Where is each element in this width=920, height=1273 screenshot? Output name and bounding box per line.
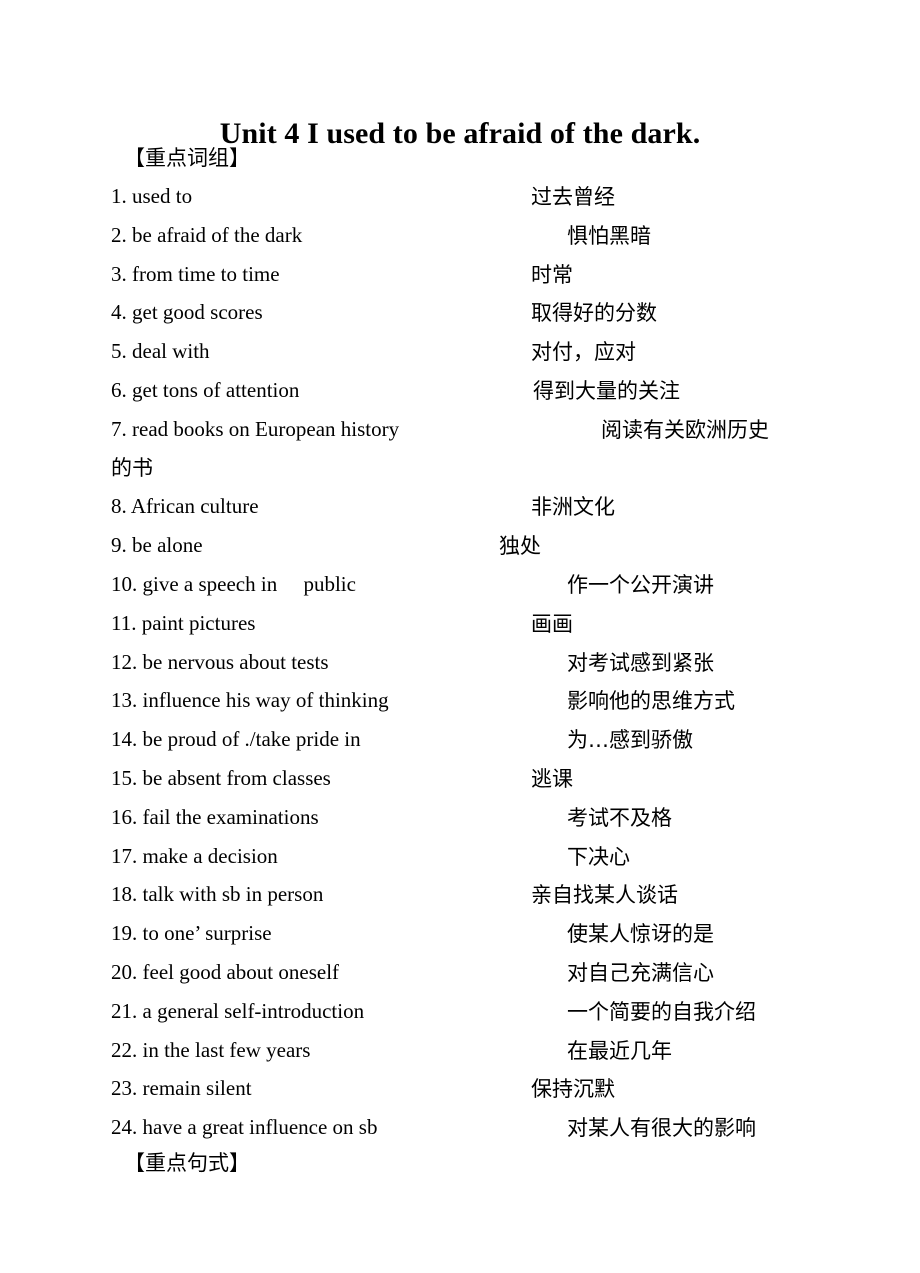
vocab-gloss: 影响他的思维方式: [567, 689, 735, 714]
vocab-row: 13. influence his way of thinking 影响他的思维方…: [0, 686, 920, 725]
vocab-term: 15. be absent from classes: [111, 765, 331, 790]
vocab-gloss: 下决心: [567, 844, 630, 869]
vocab-row: 2. be afraid of the dark 惧怕黑暗: [0, 221, 920, 260]
vocab-row: 3. from time to time 时常: [0, 260, 920, 299]
vocab-term: 2. be afraid of the dark: [111, 222, 303, 247]
vocab-row: 20. feel good about oneself 对自己充满信心: [0, 958, 920, 997]
vocab-term-wrap-line: 的书: [111, 455, 153, 480]
vocab-term: 12. be nervous about tests: [111, 649, 329, 674]
vocab-term: 17. make a decision: [111, 843, 278, 868]
document-page: Unit 4 I used to be afraid of the dark. …: [0, 0, 920, 1273]
vocab-row: 7. read books on European history 的书 阅读有关欧…: [0, 415, 920, 493]
vocab-row: 14. be proud of ./take pride in 为…感到骄傲: [0, 725, 920, 764]
vocab-term: 7. read books on European history: [111, 416, 400, 441]
vocab-term: 10. give a speech in public: [111, 571, 356, 596]
vocab-term: 5. deal with: [111, 339, 210, 364]
vocab-gloss: 得到大量的关注: [533, 378, 680, 403]
vocab-gloss: 惧怕黑暗: [567, 223, 651, 248]
vocab-gloss: 过去曾经: [531, 185, 615, 209]
vocab-term: 1. used to: [111, 184, 193, 208]
vocab-term: 24. have a great influence on sb: [111, 1115, 378, 1140]
vocab-term: 9. be alone: [111, 533, 203, 558]
vocab-gloss: 独处: [499, 534, 541, 559]
vocab-row: 8. African culture 非洲文化: [0, 492, 920, 531]
vocab-gloss: 对考试感到紧张: [567, 650, 714, 675]
section-header-key-phrases: 【重点词组】: [124, 146, 250, 170]
vocab-term: 23. remain silent: [111, 1076, 252, 1101]
vocab-row: 18. talk with sb in person 亲自找某人谈话: [0, 880, 920, 919]
vocab-term: 19. to one’ surprise: [111, 921, 272, 946]
vocab-row: 17. make a decision 下决心: [0, 842, 920, 881]
vocab-row: 21. a general self-introduction 一个简要的自我介绍: [0, 997, 920, 1036]
vocab-term: 18. talk with sb in person: [111, 882, 324, 907]
vocab-row: 4. get good scores 取得好的分数: [0, 298, 920, 337]
vocab-gloss: 时常: [531, 262, 573, 287]
vocab-row: 22. in the last few years 在最近几年: [0, 1036, 920, 1075]
vocab-row: 6. get tons of attention 得到大量的关注: [0, 376, 920, 415]
vocab-row: 5. deal with 对付，应对: [0, 337, 920, 376]
vocab-gloss: 为…感到骄傲: [567, 728, 693, 753]
vocab-gloss: 阅读有关欧洲历史: [601, 417, 769, 442]
vocab-row: 1. used to 过去曾经: [0, 182, 920, 221]
vocab-row: 12. be nervous about tests 对考试感到紧张: [0, 648, 920, 687]
vocab-term: 11. paint pictures: [111, 610, 256, 635]
vocab-row: 19. to one’ surprise 使某人惊讶的是: [0, 919, 920, 958]
vocab-term: 14. be proud of ./take pride in: [111, 727, 361, 752]
vocab-row: 16. fail the examinations 考试不及格: [0, 803, 920, 842]
vocab-row: 11. paint pictures 画画: [0, 609, 920, 648]
vocab-gloss: 对某人有很大的影响: [567, 1116, 756, 1141]
vocab-term: 4. get good scores: [111, 300, 263, 325]
vocab-gloss: 一个简要的自我介绍: [567, 999, 756, 1024]
vocab-gloss: 考试不及格: [567, 805, 672, 830]
vocab-row: 10. give a speech in public 作一个公开演讲: [0, 570, 920, 609]
vocab-term: 3. from time to time: [111, 261, 280, 286]
section-header-key-sentences: 【重点句式】: [124, 1151, 250, 1175]
vocab-row: 9. be alone 独处: [0, 531, 920, 570]
vocab-gloss: 亲自找某人谈话: [531, 883, 678, 908]
vocab-gloss: 对自己充满信心: [567, 960, 714, 985]
vocabulary-list: 1. used to 过去曾经 2. be afraid of the dark 惧怕…: [0, 182, 920, 1152]
vocab-term: 21. a general self-introduction: [111, 998, 365, 1023]
vocab-gloss: 逃课: [531, 766, 573, 791]
vocab-row: 15. be absent from classes 逃课: [0, 764, 920, 803]
vocab-term: 20. feel good about oneself: [111, 959, 340, 984]
vocab-term: 16. fail the examinations: [111, 804, 319, 829]
vocab-gloss: 取得好的分数: [531, 301, 657, 326]
vocab-gloss: 在最近几年: [567, 1038, 672, 1063]
vocab-gloss: 使某人惊讶的是: [567, 922, 714, 947]
vocab-term: 8. African culture: [111, 494, 259, 519]
vocab-gloss: 画画: [531, 611, 573, 636]
vocab-gloss: 保持沉默: [531, 1077, 615, 1102]
vocab-term: 22. in the last few years: [111, 1037, 311, 1062]
vocab-gloss: 作一个公开演讲: [567, 572, 714, 597]
vocab-gloss: 非洲文化: [531, 495, 615, 520]
vocab-term: 6. get tons of attention: [111, 377, 300, 402]
vocab-row: 24. have a great influence on sb 对某人有很大的影…: [0, 1113, 920, 1152]
vocab-row: 23. remain silent 保持沉默: [0, 1074, 920, 1113]
vocab-term: 13. influence his way of thinking: [111, 688, 389, 713]
vocab-gloss: 对付，应对: [531, 340, 636, 365]
